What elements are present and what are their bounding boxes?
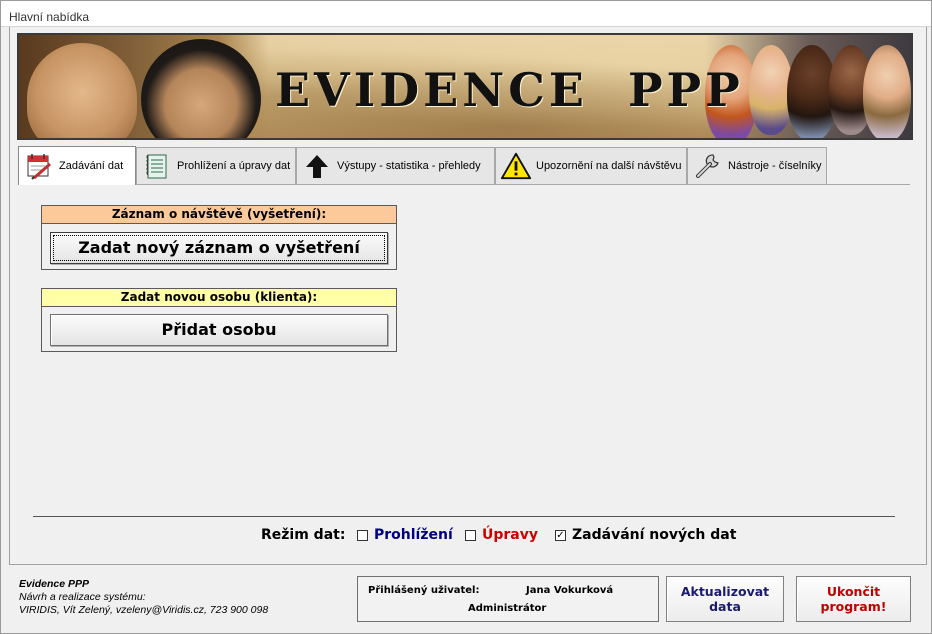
new-data-checkbox[interactable]: ✓	[555, 529, 566, 541]
tab-label: Výstupy - statistika - přehledy	[337, 160, 481, 172]
wrench-icon	[692, 151, 724, 181]
new-person-header: Zadat novou osobu (klienta):	[42, 289, 396, 307]
new-examination-record-button[interactable]: Zadat nový záznam o vyšetření	[50, 232, 388, 264]
title-bar: Hlavní nabídka	[1, 1, 931, 27]
mode-option-label: Úpravy	[482, 527, 538, 543]
tab-label: Nástroje - číselníky	[728, 160, 822, 172]
banner-photo-child	[863, 45, 911, 138]
logged-user-name: Jana Vokurková	[526, 585, 614, 596]
tab-tools-codebooks[interactable]: Nástroje - číselníky	[687, 147, 827, 184]
footer-author-line: VIRIDIS, Vít Zelený, vzeleny@Viridis.cz,…	[19, 604, 269, 616]
new-person-panel: Zadat novou osobu (klienta): Přidat osob…	[41, 288, 397, 352]
header-banner: EVIDENCE PPP	[17, 33, 913, 140]
window-title: Hlavní nabídka	[9, 10, 90, 24]
add-person-button[interactable]: Přidat osobu	[50, 314, 388, 346]
mode-option-browse[interactable]: Prohlížení	[357, 525, 453, 545]
warning-icon	[500, 151, 532, 181]
refresh-data-button[interactable]: Aktualizovat data	[666, 576, 784, 622]
footer-design-line: Návrh a realizace systému:	[19, 591, 146, 603]
tab-browse-edit[interactable]: Prohlížení a úpravy dat	[136, 147, 296, 184]
tab-label: Upozornění na další návštěvu	[536, 160, 682, 172]
data-mode-label: Režim dat:	[261, 527, 346, 543]
tab-label: Zadávání dat	[59, 160, 124, 172]
mode-option-label: Prohlížení	[374, 527, 453, 543]
browse-checkbox[interactable]	[357, 529, 368, 541]
visit-record-panel: Záznam o návštěvě (vyšetření): Zadat nov…	[41, 205, 397, 270]
tab-strip-border	[18, 184, 910, 185]
exit-program-button[interactable]: Ukončit program!	[796, 576, 911, 622]
banner-title: EVIDENCE PPP	[275, 63, 744, 117]
divider	[33, 516, 895, 517]
footer-credits: Evidence PPP Návrh a realizace systému: …	[19, 578, 268, 617]
tab-data-entry[interactable]: Zadávání dat	[18, 146, 136, 185]
footer-app-name: Evidence PPP	[19, 578, 90, 590]
logged-user-role: Administrátor	[468, 603, 547, 614]
banner-photo-child	[141, 39, 261, 138]
logged-user-label: Přihlášený uživatel:	[368, 585, 480, 596]
visit-record-header: Záznam o návštěvě (vyšetření):	[42, 206, 396, 224]
banner-photo-left	[19, 35, 269, 138]
banner-photo-child	[27, 43, 137, 138]
calendar-pencil-icon	[23, 151, 55, 181]
mode-option-label: Zadávání nových dat	[572, 527, 737, 543]
notepad-icon	[141, 151, 173, 181]
mode-option-edit[interactable]: Úpravy	[465, 525, 538, 545]
edit-checkbox[interactable]	[465, 529, 476, 541]
tab-outputs-statistics[interactable]: Výstupy - statistika - přehledy	[296, 147, 495, 184]
tab-label: Prohlížení a úpravy dat	[177, 160, 291, 172]
mode-option-new-data[interactable]: ✓ Zadávání nových dat	[555, 525, 736, 545]
up-arrow-icon	[301, 151, 333, 181]
logged-user-box: Přihlášený uživatel: Jana Vokurková Admi…	[357, 576, 659, 622]
tab-next-visit-reminders[interactable]: Upozornění na další návštěvu	[495, 147, 687, 184]
